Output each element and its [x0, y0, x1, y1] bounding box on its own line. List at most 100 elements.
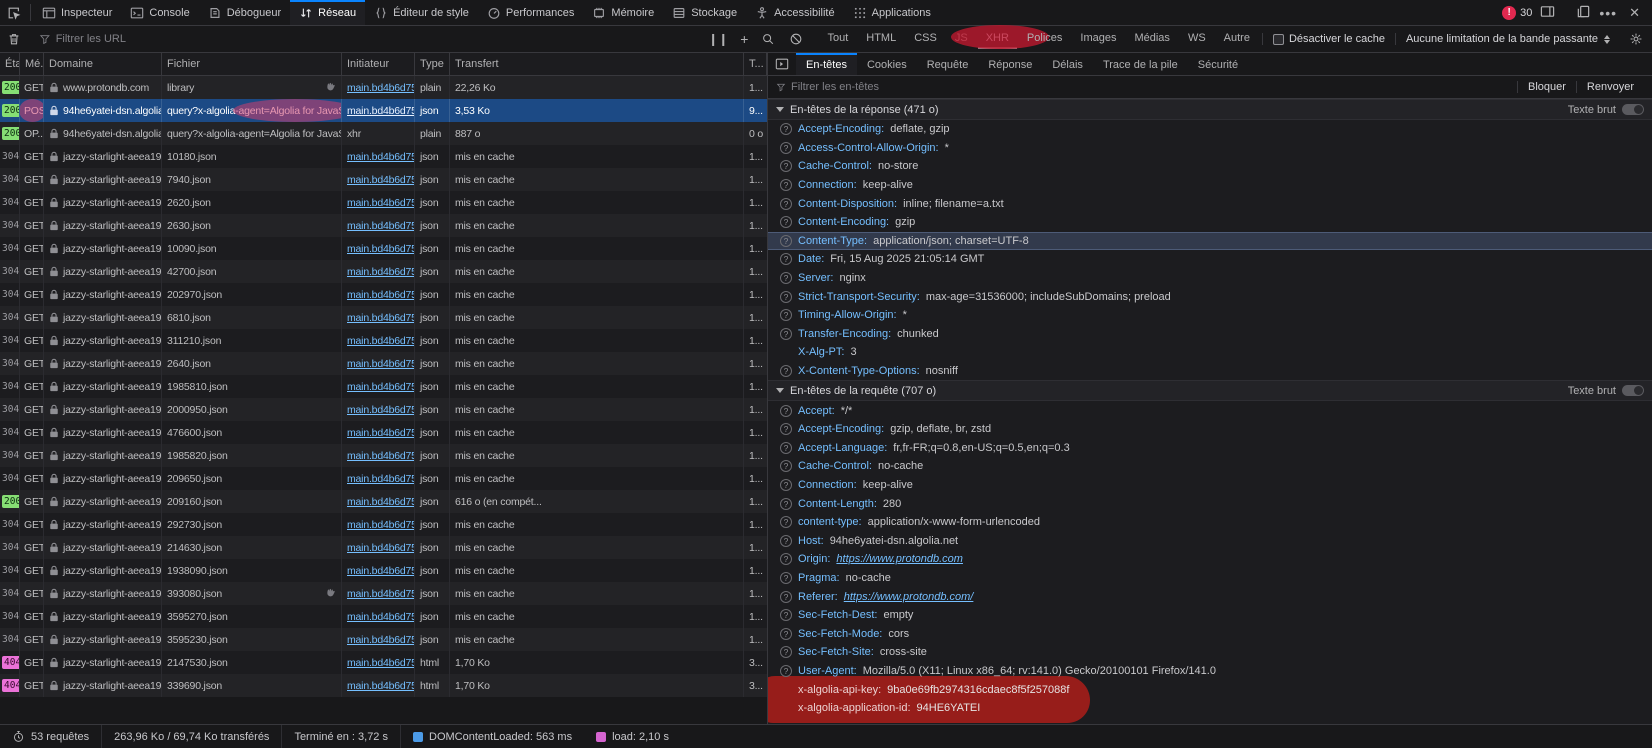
url-filter[interactable] [33, 33, 697, 45]
request-row[interactable]: 304GETjazzy-starlight-aeea19.netli...262… [0, 191, 767, 214]
request-headers-section-header[interactable]: En-têtes de la requête (707 o) Texte bru… [768, 380, 1652, 401]
header-row[interactable]: ?Origin:https://www.protondb.com [768, 550, 1652, 569]
help-icon[interactable]: ? [780, 479, 792, 491]
header-row[interactable]: ?Connection:keep-alive [768, 476, 1652, 495]
type-filter-images[interactable]: Images [1072, 29, 1124, 49]
type-filter-html[interactable]: HTML [858, 29, 904, 49]
initiator-link[interactable]: main.bd4b6d75.j... [347, 565, 415, 577]
meatball-menu-button[interactable]: ••• [1599, 5, 1617, 21]
disable-cache-checkbox[interactable] [1273, 34, 1284, 45]
column-header-t[interactable]: T... [744, 53, 767, 75]
header-row[interactable]: ?Timing-Allow-Origin:* [768, 306, 1652, 325]
network-settings-button[interactable] [1620, 32, 1652, 46]
type-filter-css[interactable]: CSS [906, 29, 945, 49]
header-row[interactable]: x-algolia-api-key:9ba0e69fb2974316cdaec8… [768, 680, 1652, 699]
url-filter-input[interactable] [56, 33, 697, 45]
help-icon[interactable]: ? [780, 553, 792, 565]
initiator-link[interactable]: main.bd4b6d75.j... [347, 588, 415, 600]
details-tab-requ-te[interactable]: Requête [917, 53, 979, 75]
request-row[interactable]: 304GETjazzy-starlight-aeea19.netli...198… [0, 444, 767, 467]
header-row[interactable]: ?Accept-Language:fr,fr-FR;q=0.8,en-US;q=… [768, 439, 1652, 458]
initiator-link[interactable]: main.bd4b6d75.j... [347, 289, 415, 301]
header-row[interactable]: ?Content-Type:application/json; charset=… [768, 232, 1652, 251]
request-row[interactable]: 304GETjazzy-starlight-aeea19.netli...311… [0, 329, 767, 352]
header-row[interactable]: ?Access-Control-Allow-Origin:* [768, 139, 1652, 158]
details-tab-r-ponse[interactable]: Réponse [978, 53, 1042, 75]
help-icon[interactable]: ? [780, 253, 792, 265]
header-row[interactable]: ?Transfer-Encoding:chunked [768, 325, 1652, 344]
help-icon[interactable]: ? [780, 665, 792, 677]
type-filter-médias[interactable]: Médias [1126, 29, 1177, 49]
type-filter-xhr[interactable]: XHR [978, 29, 1017, 49]
close-devtools-button[interactable]: ✕ [1625, 5, 1644, 21]
initiator-link[interactable]: main.bd4b6d75.j... [347, 151, 415, 163]
request-row[interactable]: 304GETjazzy-starlight-aeea19.netli...100… [0, 237, 767, 260]
pause-traffic-button[interactable]: ❙❙ [702, 32, 734, 46]
initiator-link[interactable]: main.bd4b6d75.j... [347, 634, 415, 646]
type-filter-tout[interactable]: Tout [819, 29, 856, 49]
block-request-button[interactable] [782, 32, 810, 46]
request-row[interactable]: 200GETwww.protondb.comlibrarymain.bd4b6d… [0, 76, 767, 99]
help-icon[interactable]: ? [780, 365, 792, 377]
help-icon[interactable]: ? [780, 423, 792, 435]
header-row[interactable]: ?Accept-Encoding:deflate, gzip [768, 120, 1652, 139]
initiator-link[interactable]: main.bd4b6d75.j... [347, 105, 415, 117]
headers-scroll-area[interactable]: En-têtes de la réponse (471 o) Texte bru… [768, 99, 1652, 724]
header-row[interactable]: ?User-Agent:Mozilla/5.0 (X11; Linux x86_… [768, 662, 1652, 681]
help-icon[interactable]: ? [780, 516, 792, 528]
column-header-transfert[interactable]: Transfert [450, 53, 744, 75]
tool-tab-accessibilit-[interactable]: Accessibilité [746, 0, 844, 25]
column-header-ta[interactable]: Éta [0, 53, 20, 75]
header-row[interactable]: ?content-type:application/x-www-form-url… [768, 513, 1652, 532]
help-icon[interactable]: ? [780, 628, 792, 640]
throttle-select[interactable]: Aucune limitation de la bande passante [1395, 33, 1620, 45]
help-icon[interactable]: ? [780, 460, 792, 472]
help-icon[interactable]: ? [780, 609, 792, 621]
tool-tab--diteur-de-style[interactable]: Éditeur de style [365, 0, 478, 25]
initiator-link[interactable]: main.bd4b6d75.j... [347, 197, 415, 209]
header-row[interactable]: ?Accept:*/* [768, 401, 1652, 420]
tool-tab-performances[interactable]: Performances [478, 0, 583, 25]
tool-tab-inspecteur[interactable]: Inspecteur [33, 0, 121, 25]
raw-response-toggle[interactable] [1622, 104, 1644, 115]
request-row[interactable]: 304GETjazzy-starlight-aeea19.netli...202… [0, 283, 767, 306]
column-header-domaine[interactable]: Domaine [44, 53, 162, 75]
header-value-link[interactable]: https://www.protondb.com [836, 553, 963, 565]
details-tab-cookies[interactable]: Cookies [857, 53, 917, 75]
header-row[interactable]: ?Pragma:no-cache [768, 569, 1652, 588]
request-row[interactable]: 304GETjazzy-starlight-aeea19.netli...214… [0, 536, 767, 559]
tool-tab-r-seau[interactable]: Réseau [290, 0, 365, 25]
help-icon[interactable]: ? [780, 272, 792, 284]
initiator-link[interactable]: main.bd4b6d75.j... [347, 473, 415, 485]
column-header-fichier[interactable]: Fichier [162, 53, 342, 75]
new-request-button[interactable]: + [734, 31, 754, 47]
request-row[interactable]: 304GETjazzy-starlight-aeea19.netli...794… [0, 168, 767, 191]
request-row[interactable]: 304GETjazzy-starlight-aeea19.netli...476… [0, 421, 767, 444]
initiator-link[interactable]: main.bd4b6d75.j... [347, 220, 415, 232]
help-icon[interactable]: ? [780, 572, 792, 584]
header-row[interactable]: ?Accept-Encoding:gzip, deflate, br, zstd [768, 420, 1652, 439]
pick-element-button[interactable] [0, 0, 28, 25]
request-row[interactable]: 304GETjazzy-starlight-aeea19.netli...209… [0, 467, 767, 490]
help-icon[interactable]: ? [780, 216, 792, 228]
help-icon[interactable]: ? [780, 405, 792, 417]
request-row[interactable]: 304GETjazzy-starlight-aeea19.netli...681… [0, 306, 767, 329]
request-row[interactable]: 304GETjazzy-starlight-aeea19.netli...264… [0, 352, 767, 375]
header-row[interactable]: ?Content-Length:280 [768, 494, 1652, 513]
responsive-mode-button[interactable] [1576, 4, 1591, 22]
block-url-button[interactable]: Bloquer [1517, 81, 1576, 93]
details-tab-s-curit-[interactable]: Sécurité [1188, 53, 1248, 75]
help-icon[interactable]: ? [780, 291, 792, 303]
request-row[interactable]: 200POST94he6yatei-dsn.algolia.netquery?x… [0, 99, 767, 122]
initiator-link[interactable]: main.bd4b6d75.j... [347, 496, 415, 508]
response-headers-section-header[interactable]: En-têtes de la réponse (471 o) Texte bru… [768, 99, 1652, 120]
tool-tab-console[interactable]: Console [121, 0, 198, 25]
request-row[interactable]: 304GETjazzy-starlight-aeea19.netli...393… [0, 582, 767, 605]
initiator-link[interactable]: main.bd4b6d75.j... [347, 243, 415, 255]
request-row[interactable]: 304GETjazzy-starlight-aeea19.netli...359… [0, 628, 767, 651]
help-icon[interactable]: ? [780, 442, 792, 454]
initiator-link[interactable]: main.bd4b6d75.j... [347, 82, 415, 94]
request-row[interactable]: 200GETjazzy-starlight-aeea19.netli...209… [0, 490, 767, 513]
header-row[interactable]: ?Server:nginx [768, 269, 1652, 288]
initiator-link[interactable]: main.bd4b6d75.j... [347, 657, 415, 669]
